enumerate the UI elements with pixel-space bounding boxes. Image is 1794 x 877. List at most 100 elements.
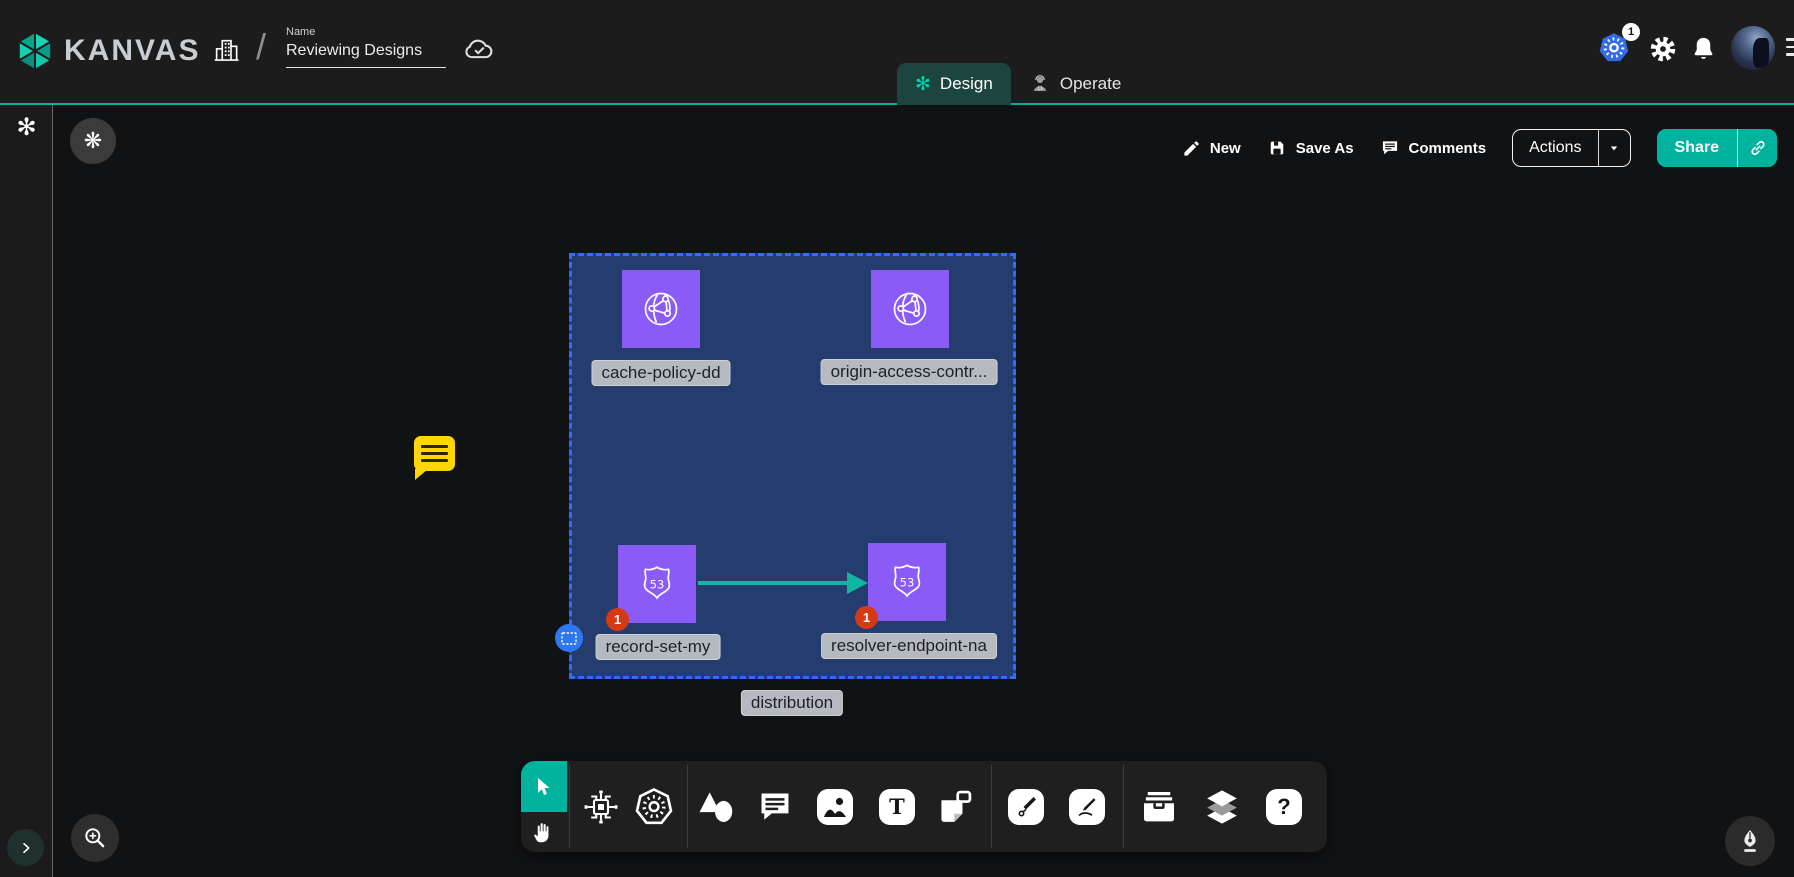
pen-icon — [1013, 794, 1039, 820]
logo-text: KANVAS — [64, 34, 200, 68]
image-tool[interactable] — [817, 789, 853, 825]
tab-design-label: Design — [940, 74, 993, 94]
kanvas-app: KANVAS / Name ✻ Design — [0, 0, 1794, 877]
caret-down-icon — [1607, 141, 1621, 155]
components-drawer-tool[interactable] — [1139, 788, 1179, 826]
cloud-saved-icon — [462, 34, 496, 62]
link-icon — [1748, 138, 1768, 158]
resolver-endpoint-error-badge[interactable]: 1 — [855, 606, 878, 629]
comment-bubble-icon — [756, 788, 794, 826]
chip-circuit-icon — [580, 786, 622, 828]
label-distribution-group[interactable]: distribution — [741, 690, 843, 716]
actions-label: Actions — [1513, 130, 1597, 166]
chevron-right-icon — [18, 840, 34, 856]
user-avatar[interactable] — [1731, 26, 1775, 70]
note-tool[interactable] — [936, 788, 974, 826]
integrations-tool[interactable] — [580, 786, 622, 828]
tab-operate-label: Operate — [1060, 74, 1121, 94]
comments-button[interactable]: Comments — [1380, 138, 1487, 158]
dashed-rect-icon — [561, 632, 577, 645]
design-name-field: Name — [286, 26, 446, 68]
kubernetes-tool[interactable] — [633, 786, 675, 828]
help-tool[interactable]: ? — [1266, 789, 1302, 825]
gear-icon — [1649, 35, 1677, 63]
zoom-in-button[interactable] — [71, 814, 119, 862]
pen-tool[interactable] — [1008, 789, 1044, 825]
image-icon — [821, 793, 849, 821]
save-status — [460, 32, 498, 64]
dock-divider — [1123, 765, 1124, 848]
record-set-error-badge[interactable]: 1 — [606, 608, 629, 631]
pan-tool[interactable] — [521, 812, 567, 852]
dock-divider — [569, 765, 570, 848]
node-origin-access-control[interactable] — [871, 270, 949, 348]
label-record-set[interactable]: record-set-my — [596, 634, 721, 660]
menu-icon[interactable] — [1786, 38, 1794, 56]
text-tool-glyph: T — [889, 794, 905, 819]
tab-operate[interactable]: Operate — [1011, 63, 1139, 105]
edge-record-to-resolver[interactable] — [698, 581, 850, 585]
help-glyph: ? — [1277, 794, 1290, 820]
canvas-action-row: New Save As Comments Actions — [1182, 129, 1777, 167]
comment-marker[interactable] — [414, 436, 455, 471]
design-name-input[interactable] — [286, 40, 446, 68]
dock-divider — [991, 765, 992, 848]
flower-icon: ❋ — [84, 128, 102, 153]
magnifier-plus-icon — [82, 825, 108, 851]
actions-dropdown-button[interactable]: Actions — [1512, 129, 1630, 167]
share-label: Share — [1657, 129, 1737, 167]
copy-link-segment[interactable] — [1737, 129, 1777, 167]
route53-shield-icon: 53 — [634, 561, 680, 607]
hand-icon — [531, 819, 557, 845]
floppy-icon — [1267, 138, 1287, 158]
new-label: New — [1210, 140, 1241, 157]
cloudfront-globe-icon — [886, 285, 934, 333]
tab-design[interactable]: ✻ Design — [897, 63, 1011, 105]
app-header: KANVAS / Name ✻ Design — [0, 0, 1794, 105]
comment-tool[interactable] — [756, 788, 794, 826]
notifications-button[interactable] — [1688, 33, 1718, 63]
actions-caret[interactable] — [1598, 130, 1630, 166]
building-icon — [211, 35, 241, 65]
node-resolver-endpoint[interactable]: 53 — [868, 543, 946, 621]
design-swirl-icon: ✻ — [915, 75, 931, 94]
shapes-tool[interactable] — [697, 790, 735, 824]
organization-button[interactable] — [208, 32, 244, 68]
pencil-tool[interactable] — [1069, 789, 1105, 825]
label-resolver-endpoint[interactable]: resolver-endpoint-na — [821, 633, 997, 659]
new-button[interactable]: New — [1182, 139, 1241, 158]
save-as-button[interactable]: Save As — [1267, 138, 1354, 158]
svg-text:53: 53 — [650, 577, 665, 591]
group-select-handle[interactable] — [555, 624, 583, 652]
save-as-label: Save As — [1296, 140, 1354, 157]
breadcrumb-separator: / — [256, 26, 266, 68]
freehand-pencil-icon — [1074, 794, 1100, 820]
node-cache-policy[interactable] — [622, 270, 700, 348]
canvas-widget-button[interactable]: ❋ — [70, 118, 116, 164]
kanvas-logo[interactable]: KANVAS — [16, 30, 200, 72]
name-field-label: Name — [286, 26, 446, 38]
dock-divider — [687, 765, 688, 848]
design-signature-button[interactable] — [1725, 816, 1775, 866]
meshery-swirl-icon: ✻ — [0, 113, 53, 142]
text-tool[interactable]: T — [879, 789, 915, 825]
layers-tool[interactable] — [1201, 786, 1243, 828]
pen-nib-icon — [1736, 827, 1764, 855]
comment-icon — [1380, 138, 1400, 158]
select-tool-active[interactable] — [521, 761, 567, 812]
drawer-icon — [1139, 788, 1179, 826]
node-record-set[interactable]: 53 — [618, 545, 696, 623]
expand-sidebar-button[interactable] — [7, 829, 44, 866]
sticky-note-icon — [936, 788, 974, 826]
layers-icon — [1201, 786, 1243, 828]
cursor-icon — [532, 775, 556, 799]
kubernetes-context-button[interactable]: 1 — [1595, 30, 1633, 66]
share-button[interactable]: Share — [1657, 129, 1777, 167]
label-cache-policy[interactable]: cache-policy-dd — [591, 360, 730, 386]
operator-icon — [1029, 73, 1051, 95]
route53-shield-icon: 53 — [884, 559, 930, 605]
bell-icon — [1690, 35, 1717, 62]
settings-button[interactable] — [1648, 34, 1678, 64]
label-origin-access-control[interactable]: origin-access-contr... — [821, 359, 998, 385]
edge-arrowhead — [847, 572, 868, 594]
